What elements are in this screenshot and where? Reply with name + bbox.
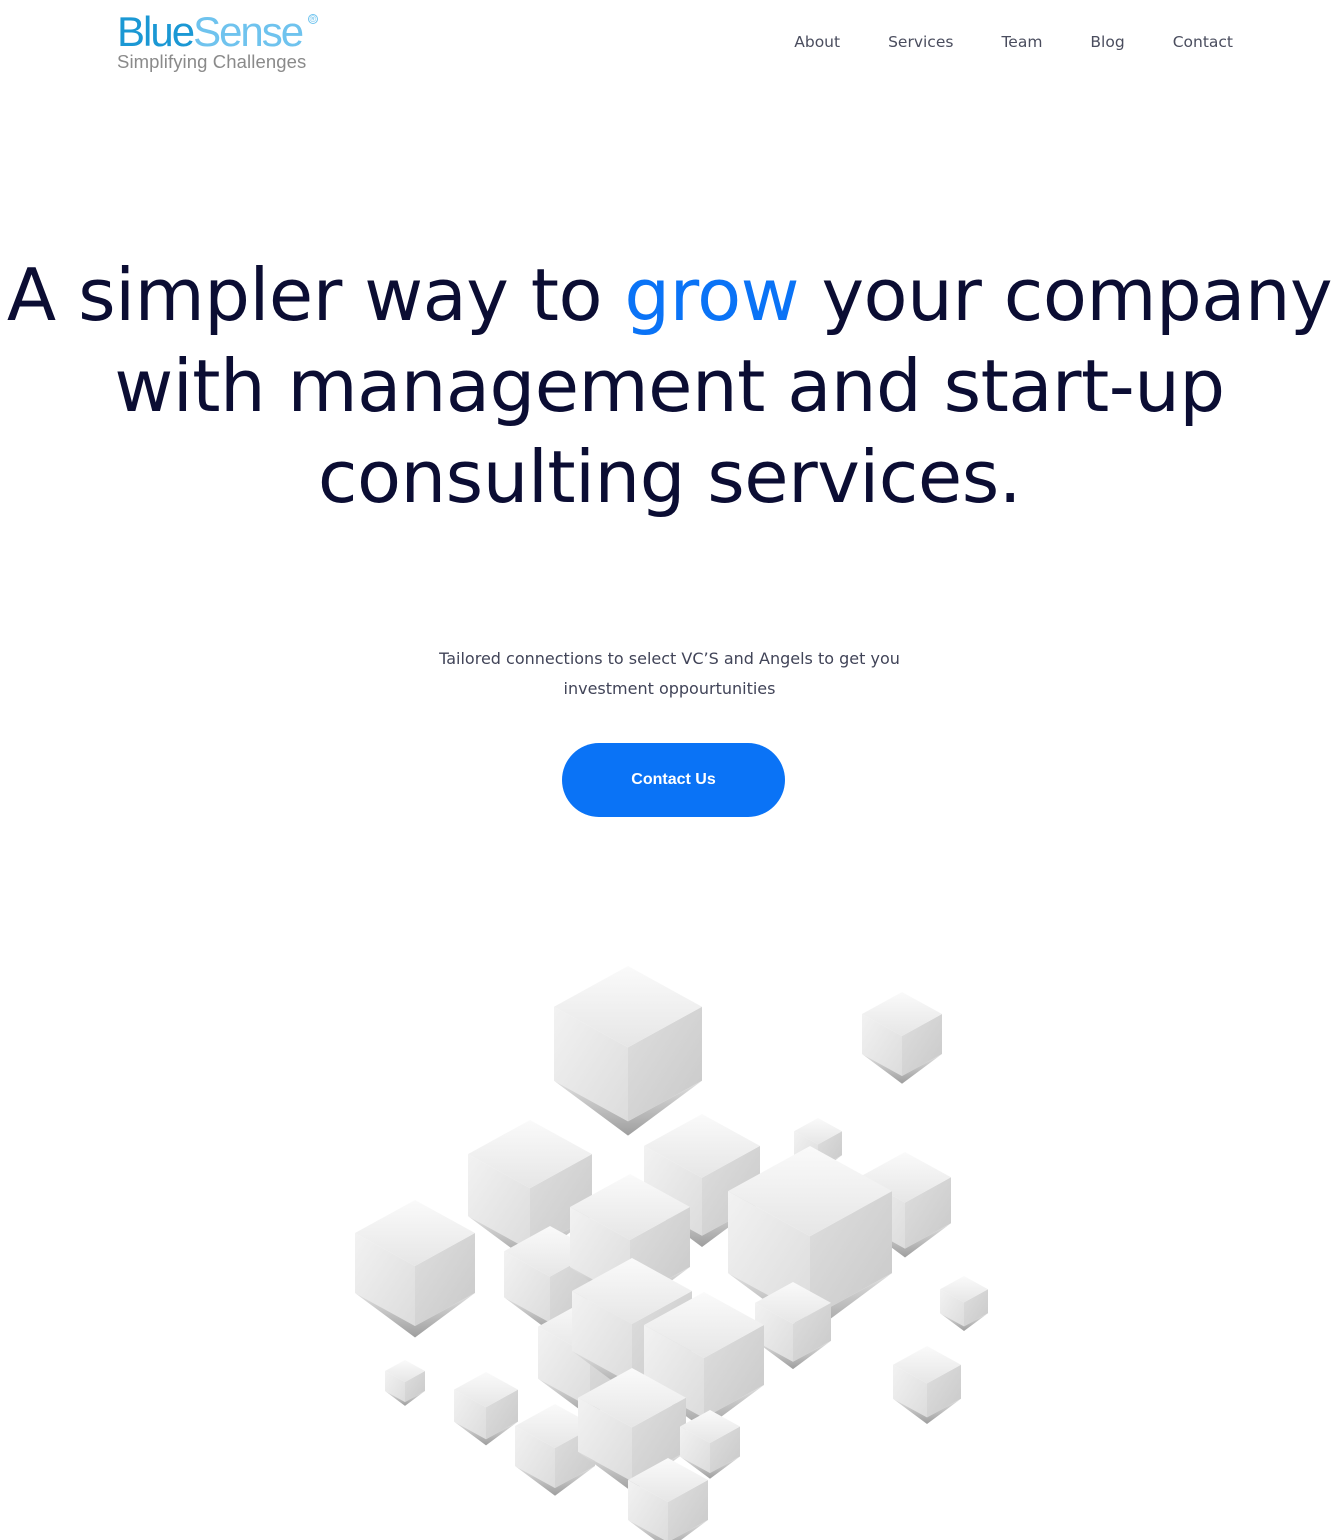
nav-about[interactable]: About (794, 31, 840, 53)
logo-word-blue: Blue (117, 8, 195, 55)
floating-cubes-illustration (355, 966, 988, 1540)
contact-us-button[interactable]: Contact Us (562, 743, 785, 817)
cube-shape (385, 1360, 425, 1406)
logo-wordmark: BlueSense (117, 10, 337, 54)
main-nav: About Services Team Blog Contact (794, 31, 1233, 53)
hero-subtitle-line2: investment oppourtunities (563, 679, 776, 698)
registered-mark: ® (308, 14, 318, 24)
hero-subtitle-line1: Tailored connections to select VC’S and … (439, 649, 900, 668)
hero-title-accent: grow (624, 253, 800, 337)
nav-team[interactable]: Team (1001, 31, 1042, 53)
cube-shape (862, 992, 942, 1084)
cube-shape (554, 966, 702, 1136)
nav-contact[interactable]: Contact (1173, 31, 1233, 53)
cube-shape (680, 1410, 740, 1479)
hero-subtitle: Tailored connections to select VC’S and … (0, 644, 1339, 704)
nav-services[interactable]: Services (888, 31, 953, 53)
cube-shape (940, 1276, 988, 1332)
hero-title-start: A simpler way to (6, 253, 625, 337)
nav-blog[interactable]: Blog (1090, 31, 1124, 53)
cube-shape (454, 1372, 518, 1446)
logo-tagline: Simplifying Challenges (117, 51, 307, 72)
logo-word-sense: Sense (193, 8, 304, 55)
cube-shape (893, 1346, 961, 1424)
cube-shape (355, 1200, 475, 1338)
bluesense-logo[interactable]: BlueSense ® Simplifying Challenges (117, 10, 337, 76)
hero-title: A simpler way to grow your company with … (0, 250, 1339, 523)
